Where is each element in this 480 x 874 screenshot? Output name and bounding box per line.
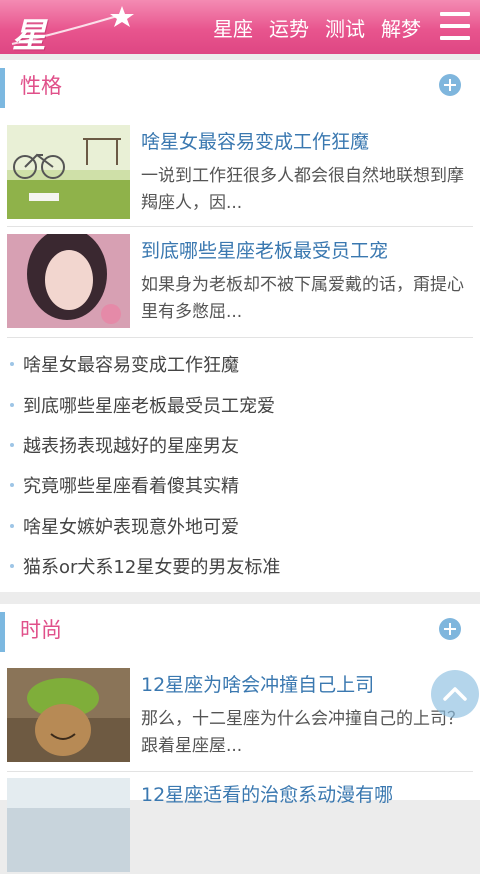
list-item-text: 啥星女最容易变成工作狂魔 [23, 355, 239, 376]
list-item-text: 越表扬表现越好的星座男友 [23, 436, 239, 457]
bullet [10, 524, 14, 528]
section-title: 性格 [20, 74, 62, 98]
plus-icon[interactable] [439, 74, 461, 96]
section-xingge: 性格 啥星女最容易变成工作狂魔 一说到工作狂很多人都会很自然地联想到摩羯座人，因… [0, 60, 480, 592]
nav-xingzuo[interactable]: 星座 [213, 13, 253, 42]
section-header: 时尚 [0, 604, 480, 656]
divider [7, 771, 473, 772]
section-shishang: 时尚 12星座为啥会冲撞自己上司 那么，十二星座为什么会冲撞自己的上司？跟着星座… [0, 604, 480, 872]
bullet [10, 403, 14, 407]
article-title: 啥星女最容易变成工作狂魔 [141, 131, 370, 153]
article-thumbnail [7, 234, 130, 328]
article-item[interactable]: 12星座为啥会冲撞自己上司 那么，十二星座为什么会冲撞自己的上司？跟着星座屋..… [0, 668, 480, 764]
article-item[interactable]: 啥星女最容易变成工作狂魔 一说到工作狂很多人都会很自然地联想到摩羯座人，因... [0, 125, 480, 221]
bullet [10, 362, 14, 366]
article-title: 12星座为啥会冲撞自己上司 [141, 674, 375, 696]
article-item[interactable]: 12星座适看的治愈系动漫有哪 [0, 778, 480, 874]
article-thumbnail [7, 668, 130, 762]
plus-icon[interactable] [439, 618, 461, 640]
arrow-up-icon [443, 687, 467, 701]
article-thumbnail [7, 125, 130, 219]
section-header: 性格 [0, 60, 480, 112]
article-desc: 那么，十二星座为什么会冲撞自己的上司？跟着星座屋... [141, 709, 464, 756]
list-item-text: 究竟哪些星座看着傻其实精 [23, 476, 239, 497]
divider [7, 337, 473, 338]
article-item[interactable]: 到底哪些星座老板最受员工宠 如果身为老板却不被下属爱戴的话，甭提心里有多憋屈..… [0, 234, 480, 330]
nav-ceshi[interactable]: 测试 [325, 13, 365, 42]
list-item-text: 猫系or犬系12星女要的男友标准 [23, 557, 281, 578]
section-accent-bar [0, 612, 5, 652]
list-item-text: 到底哪些星座老板最受员工宠爱 [23, 396, 275, 417]
app-header: 星座屋 星座 运势 测试 解梦 [0, 0, 480, 154]
nav-jiemeng[interactable]: 解梦 [381, 13, 421, 42]
article-title: 到底哪些星座老板最受员工宠 [141, 240, 389, 262]
list-item-text: 啥星女嫉妒表现意外地可爱 [23, 517, 239, 538]
article-desc: 如果身为老板却不被下属爱戴的话，甭提心里有多憋屈... [141, 275, 464, 322]
article-thumbnail [7, 778, 130, 872]
article-title: 12星座适看的治愈系动漫有哪 [141, 784, 394, 806]
section-title: 时尚 [20, 618, 62, 642]
divider [7, 226, 473, 227]
bullet [10, 483, 14, 487]
section-accent-bar [0, 68, 5, 108]
nav-yunshi[interactable]: 运势 [269, 13, 309, 42]
scroll-top-button[interactable] [431, 670, 479, 718]
bullet [10, 564, 14, 568]
bullet [10, 443, 14, 447]
menu-icon[interactable] [438, 10, 472, 42]
article-desc: 一说到工作狂很多人都会很自然地联想到摩羯座人，因... [141, 166, 464, 213]
